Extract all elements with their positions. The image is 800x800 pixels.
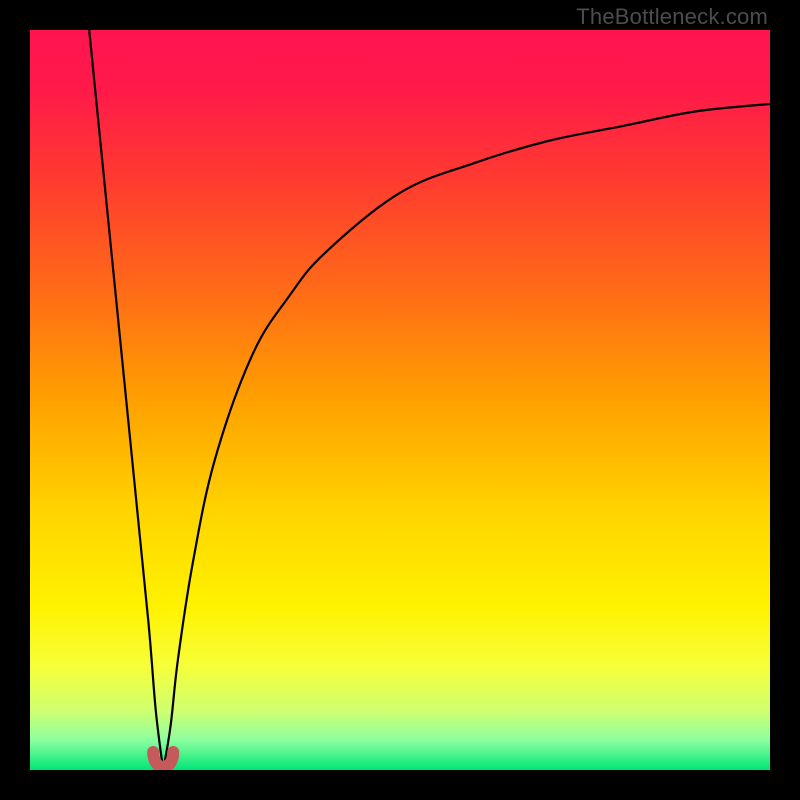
plot-area <box>30 30 770 770</box>
chart-frame: TheBottleneck.com <box>0 0 800 800</box>
watermark-text: TheBottleneck.com <box>576 4 768 30</box>
bottleneck-curve <box>30 30 770 770</box>
